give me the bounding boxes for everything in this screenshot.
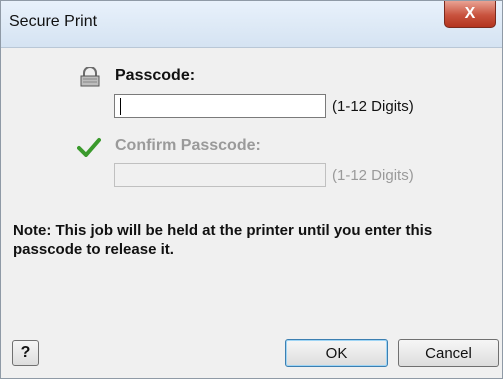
- close-icon: X: [464, 5, 476, 22]
- note-text: Note: This job will be held at the print…: [13, 222, 433, 258]
- ok-button[interactable]: OK: [285, 339, 388, 367]
- window-title: Secure Print: [9, 13, 98, 30]
- passcode-field[interactable]: [114, 94, 326, 118]
- confirm-passcode-label: Confirm Passcode:: [115, 137, 261, 154]
- button-bar: ? OK Cancel: [1, 330, 502, 378]
- dialog-body: Passcode: (1-12 Digits) Confirm Passcode…: [1, 48, 502, 330]
- passcode-hint: (1-12 Digits): [332, 98, 414, 115]
- title-bar[interactable]: Secure Print X: [1, 1, 502, 48]
- ok-label: OK: [325, 344, 348, 362]
- lock-icon: [79, 66, 101, 92]
- cancel-label: Cancel: [425, 344, 472, 362]
- help-icon: ?: [20, 344, 31, 361]
- secure-print-dialog: Secure Print X Passcode: (1-12 Digits) C…: [0, 0, 503, 379]
- checkmark-icon: [77, 137, 101, 162]
- confirm-passcode-hint: (1-12 Digits): [332, 167, 414, 184]
- help-button[interactable]: ?: [12, 340, 39, 366]
- text-caret: [120, 98, 121, 115]
- cancel-button[interactable]: Cancel: [398, 339, 499, 367]
- close-button[interactable]: X: [444, 1, 496, 28]
- passcode-label: Passcode:: [115, 67, 196, 84]
- confirm-passcode-field: [114, 163, 326, 187]
